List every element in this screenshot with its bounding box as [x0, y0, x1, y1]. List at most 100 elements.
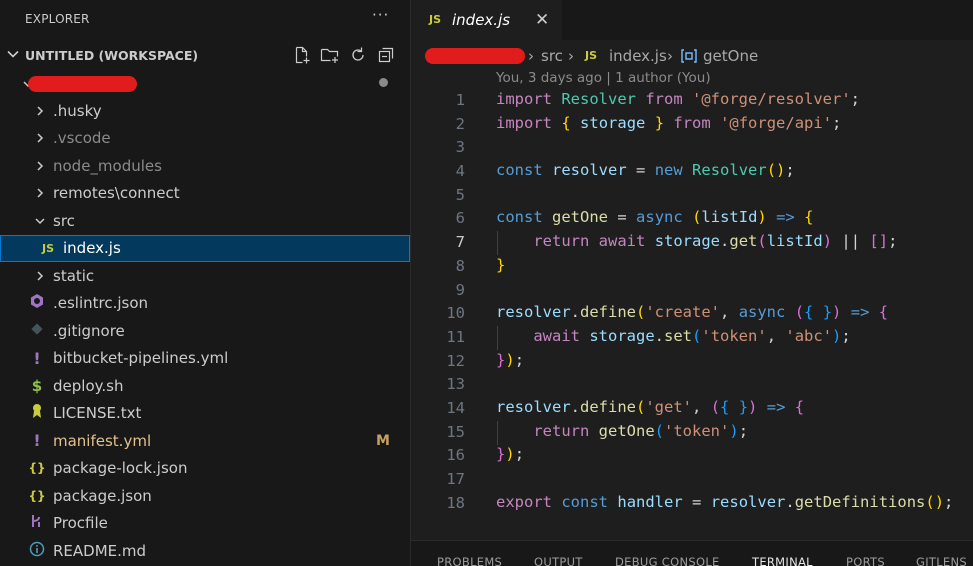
chevron-right-icon: › [667, 47, 673, 65]
tree-item-label: .gitignore [53, 321, 125, 340]
chevron-right-icon: › [568, 47, 574, 65]
license-icon [28, 403, 46, 423]
tree-item-label: Procfile [53, 514, 108, 533]
tree-item-label: README.md [53, 541, 147, 560]
code-editor[interactable]: 1 import Resolver from '@forge/resolver';… [411, 88, 973, 514]
bottom-panel: PROBLEMS OUTPUT DEBUG CONSOLE TERMINAL P… [411, 540, 973, 566]
code-line: 8} [455, 255, 506, 275]
code-line: 10 resolver.define('create', async ({ }) … [446, 303, 889, 323]
workspace-header[interactable]: UNTITLED (WORKSPACE) [0, 43, 410, 67]
tab-debug-console[interactable]: DEBUG CONSOLE [615, 555, 720, 566]
new-folder-icon[interactable] [320, 45, 340, 65]
breadcrumb-file[interactable]: index.js [609, 47, 667, 65]
tree-item-deploy-sh[interactable]: $ deploy.sh [0, 372, 410, 400]
tree-item-readme[interactable]: README.md [0, 537, 410, 565]
tree-item-license[interactable]: LICENSE.txt [0, 400, 410, 428]
chevron-right-icon [34, 105, 46, 117]
modified-dot-icon [379, 78, 388, 87]
tree-item-remotes-connect[interactable]: remotes\connect [0, 180, 410, 208]
tree-item-label: deploy.sh [53, 376, 124, 395]
procfile-icon [28, 513, 46, 533]
tree-item-procfile[interactable]: Procfile [0, 510, 410, 538]
code-line: 2 import { storage } from '@forge/api'; [455, 113, 842, 133]
tree-item-vscode[interactable]: .vscode [0, 125, 410, 153]
tree-item-label: node_modules [53, 156, 162, 175]
breadcrumb: › src › JS index.js › getOne [411, 44, 973, 68]
chevron-right-icon [34, 187, 46, 199]
explorer-sidebar: EXPLORER ··· UNTITLED (WORKSPACE) .husky… [0, 0, 411, 566]
code-line: 17 [446, 470, 465, 488]
tab-gitlens[interactable]: GITLENS [916, 555, 967, 566]
code-line: 16}); [446, 445, 525, 465]
editor-tab-bar: JS index.js ✕ [411, 0, 973, 40]
workspace-label: UNTITLED (WORKSPACE) [25, 48, 199, 63]
redacted-folder-name [28, 76, 137, 92]
json-file-icon: {} [28, 461, 46, 476]
tree-item-bitbucket-pipelines[interactable]: ! bitbucket-pipelines.yml [0, 345, 410, 373]
git-icon [28, 322, 46, 340]
tree-item-static[interactable]: static [0, 262, 410, 290]
code-line-active: 7 return await storage.get(listId) || []… [455, 232, 898, 252]
tree-item-package-lock[interactable]: {} package-lock.json [0, 455, 410, 483]
symbol-variable-icon [680, 48, 698, 68]
tab-label: index.js [452, 11, 511, 29]
tab-index-js[interactable]: JS index.js ✕ [411, 0, 562, 40]
tree-item-manifest[interactable]: ! manifest.yml M [0, 427, 410, 455]
breadcrumb-src[interactable]: src [541, 47, 563, 65]
tree-item-index-js[interactable]: JS index.js [0, 234, 410, 262]
chevron-right-icon: › [528, 47, 534, 65]
close-icon[interactable]: ✕ [535, 10, 549, 30]
tree-item-label: package-lock.json [53, 459, 188, 478]
new-file-icon[interactable] [292, 45, 312, 65]
code-line: 3 [455, 138, 465, 157]
tree-item-label: src [53, 211, 75, 230]
javascript-file-icon: JS [429, 13, 442, 26]
code-line: 6 const getOne = async (listId) => { [455, 208, 814, 228]
javascript-file-icon: JS [41, 241, 54, 255]
code-line: 11 await storage.set('token', 'abc'); [446, 326, 851, 346]
modified-badge: M [376, 432, 390, 449]
chevron-down-icon [6, 46, 20, 65]
tree-item-node-modules[interactable]: node_modules [0, 152, 410, 180]
tree-item-husky[interactable]: .husky [0, 97, 410, 125]
shell-file-icon: $ [31, 376, 43, 395]
tab-output[interactable]: OUTPUT [534, 555, 583, 566]
tree-item-label: .husky [53, 101, 102, 120]
code-line: 18 export const handler = resolver.getDef… [446, 492, 954, 512]
tree-item-label: .eslintrc.json [53, 294, 149, 313]
code-line: 14 resolver.define('get', ({ }) => { [446, 397, 805, 417]
file-tree: .husky .vscode node_modules remotes\conn… [0, 97, 410, 565]
tree-item-label: LICENSE.txt [53, 404, 142, 423]
breadcrumb-symbol[interactable]: getOne [703, 47, 758, 65]
yaml-file-icon: ! [33, 348, 41, 368]
git-blame-annotation[interactable]: You, 3 days ago | 1 author (You) [496, 70, 711, 86]
tree-item-gitignore[interactable]: .gitignore [0, 317, 410, 345]
code-line: 5 [455, 185, 465, 204]
tab-problems[interactable]: PROBLEMS [437, 555, 502, 566]
collapse-all-icon[interactable] [376, 45, 396, 65]
tree-item-label: package.json [53, 486, 152, 505]
chevron-right-icon [34, 160, 46, 172]
code-line: 13 [446, 375, 465, 394]
tree-item-package-json[interactable]: {} package.json [0, 482, 410, 510]
tree-item-src[interactable]: src [0, 207, 410, 235]
code-line: 15 return getOne('token'); [446, 421, 749, 441]
chevron-right-icon [34, 132, 46, 144]
tab-terminal[interactable]: TERMINAL [752, 555, 813, 566]
refresh-icon[interactable] [348, 45, 368, 65]
explorer-title: EXPLORER [25, 12, 90, 26]
chevron-down-icon [34, 215, 46, 227]
chevron-right-icon [34, 270, 46, 282]
json-file-icon: {} [28, 488, 46, 503]
tree-item-label: .vscode [53, 129, 111, 148]
tree-item-label: static [53, 266, 95, 285]
tab-ports[interactable]: PORTS [846, 555, 885, 566]
tree-item-eslintrc[interactable]: .eslintrc.json [0, 290, 410, 318]
code-line: 1 import Resolver from '@forge/resolver'; [455, 90, 860, 109]
code-line: 9 [455, 280, 465, 299]
code-line: 4 const resolver = new Resolver(); [455, 161, 795, 181]
more-actions-icon[interactable]: ··· [372, 6, 389, 24]
info-icon [28, 541, 46, 561]
tree-item-label: bitbucket-pipelines.yml [53, 349, 229, 368]
tree-item-label: remotes\connect [53, 184, 180, 203]
